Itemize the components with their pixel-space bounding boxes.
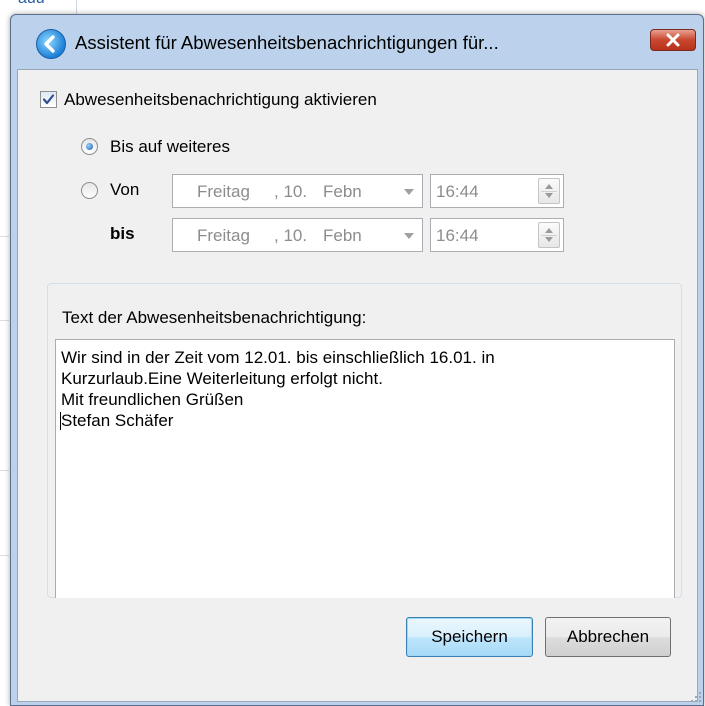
background-divider: [0, 236, 9, 237]
chevron-down-icon[interactable]: [404, 233, 414, 239]
to-time-field[interactable]: 16:44: [430, 218, 564, 252]
background-text: auu: [18, 0, 45, 8]
assistant-app-icon: [36, 29, 66, 59]
message-line: Stefan Schäfer: [61, 411, 174, 430]
to-label: bis: [110, 224, 135, 243]
message-line: Mit freundlichen Grüßen: [61, 390, 244, 409]
to-date-day: , 10.: [274, 226, 308, 245]
checkmark-icon: [42, 94, 55, 105]
close-button[interactable]: [650, 29, 696, 51]
message-label: Text der Abwesenheitsbenachrichtigung:: [62, 308, 367, 327]
to-date-picker[interactable]: Freitag , 10. Febn: [172, 218, 423, 252]
enable-checkbox[interactable]: [40, 91, 57, 108]
from-time-value: 16:44: [436, 182, 479, 201]
title-bar[interactable]: Assistent für Abwesenheitsbenachrichtigu…: [11, 15, 703, 59]
from-date-day: , 10.: [274, 182, 308, 201]
text-cursor: [60, 412, 61, 430]
resize-grip-icon[interactable]: [690, 691, 702, 703]
to-time-value: 16:44: [436, 226, 479, 245]
spin-up-icon[interactable]: [545, 228, 553, 233]
background-divider: [0, 320, 9, 321]
save-button[interactable]: Speichern: [406, 617, 533, 657]
radio-until-further-label[interactable]: Bis auf weiteres: [110, 137, 230, 157]
radio-until-further-notice[interactable]: [81, 138, 98, 155]
radio-from-label[interactable]: Von: [110, 180, 139, 200]
to-time-spinner[interactable]: [538, 222, 560, 248]
spin-down-icon[interactable]: [545, 237, 553, 242]
message-line: Kurzurlaub.Eine Weiterleitung erfolgt ni…: [61, 369, 383, 388]
from-date-weekday: Freitag: [197, 182, 250, 201]
from-time-spinner[interactable]: [538, 178, 560, 204]
radio-selected-dot: [86, 143, 93, 150]
message-line: Wir sind in der Zeit vom 12.01. bis eins…: [61, 348, 495, 367]
dialog-title: Assistent für Abwesenheitsbenachrichtigu…: [75, 32, 499, 53]
close-icon: [666, 33, 680, 47]
from-time-field[interactable]: 16:44: [430, 174, 564, 208]
chevron-down-icon[interactable]: [404, 189, 414, 195]
spin-up-icon[interactable]: [545, 184, 553, 189]
cancel-button[interactable]: Abbrechen: [545, 617, 671, 657]
from-date-picker[interactable]: Freitag , 10. Febn: [172, 174, 423, 208]
background-divider: [0, 555, 9, 556]
to-date-month: Febn: [323, 226, 362, 245]
to-date-weekday: Freitag: [197, 226, 250, 245]
background-divider: [0, 470, 9, 471]
spin-down-icon[interactable]: [545, 193, 553, 198]
enable-label[interactable]: Abwesenheitsbenachrichtigung aktivieren: [64, 90, 377, 110]
radio-from[interactable]: [81, 182, 98, 199]
from-date-month: Febn: [323, 182, 362, 201]
background-app: auu: [0, 0, 705, 14]
message-textarea[interactable]: Wir sind in der Zeit vom 12.01. bis eins…: [55, 339, 675, 598]
background-divider: [76, 0, 77, 14]
